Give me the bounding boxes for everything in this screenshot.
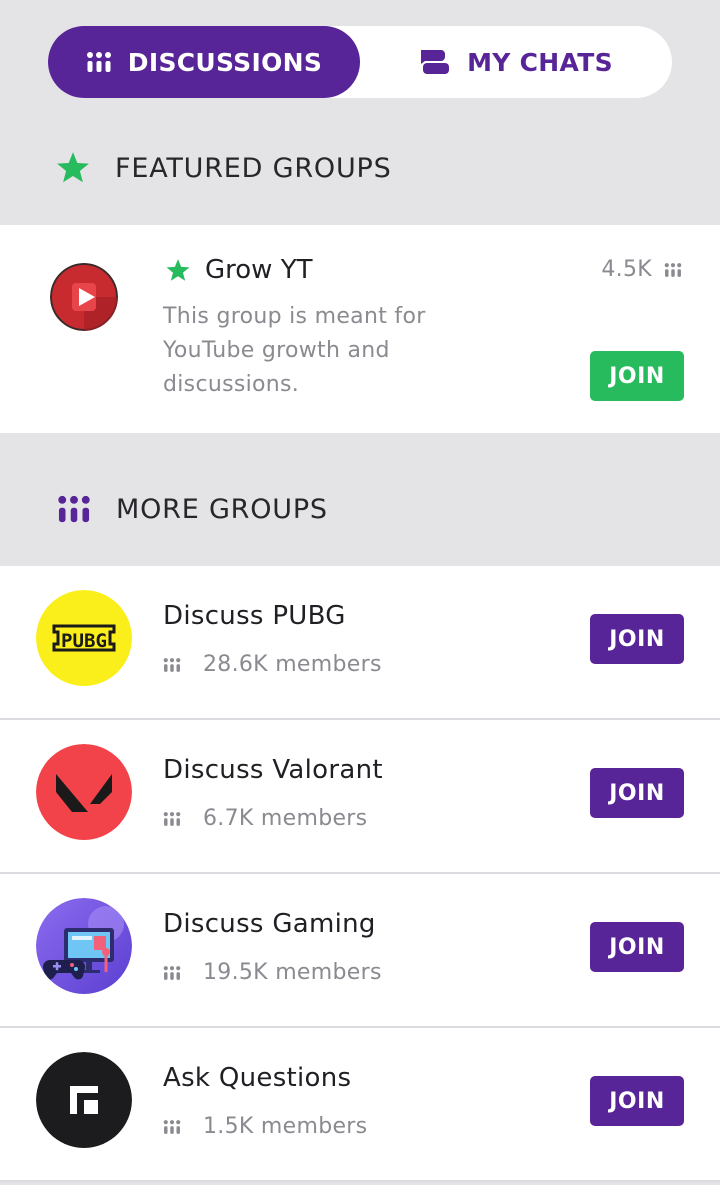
list-item[interactable]: PUBG Discuss PUBG 28.6K members JOIN	[0, 566, 720, 720]
member-count-text: 1.5K members	[203, 1114, 368, 1139]
tab-bar: DISCUSSIONS MY CHATS	[48, 26, 672, 98]
join-button[interactable]: JOIN	[590, 614, 684, 664]
featured-group-title: Grow YT	[165, 255, 312, 285]
member-count-text: 19.5K members	[203, 960, 382, 985]
members-icon	[163, 1119, 183, 1135]
featured-group-card[interactable]: Grow YT This group is meant for YouTube …	[0, 225, 720, 433]
group-dots-icon	[86, 51, 112, 73]
join-featured-button[interactable]: JOIN	[590, 351, 684, 401]
members-icon	[664, 262, 682, 278]
member-count-text: 6.7K members	[203, 806, 368, 831]
group-name: Ask Questions	[163, 1063, 352, 1093]
star-icon	[55, 150, 91, 186]
tab-discussions-label: DISCUSSIONS	[127, 47, 323, 77]
members-icon	[163, 657, 183, 673]
valorant-logo	[36, 744, 132, 840]
tab-discussions[interactable]: DISCUSSIONS	[48, 26, 360, 98]
more-groups-heading: MORE GROUPS	[0, 474, 720, 544]
member-count-text: 28.6K members	[203, 652, 382, 677]
featured-groups-title: FEATURED GROUPS	[115, 152, 392, 184]
group-name: Discuss PUBG	[163, 601, 346, 631]
list-item[interactable]: Discuss Valorant 6.7K members JOIN	[0, 720, 720, 874]
svg-text:PUBG: PUBG	[61, 630, 107, 652]
member-count: 19.5K members	[163, 960, 382, 985]
members-icon	[163, 965, 183, 981]
join-button[interactable]: JOIN	[590, 922, 684, 972]
list-item[interactable]: Discuss Gaming 19.5K members JOIN	[0, 874, 720, 1028]
featured-groups-heading: FEATURED GROUPS	[0, 128, 720, 208]
join-button[interactable]: JOIN	[590, 1076, 684, 1126]
join-button[interactable]: JOIN	[590, 768, 684, 818]
tab-my-chats[interactable]: MY CHATS	[360, 26, 672, 98]
group-name: Discuss Gaming	[163, 909, 376, 939]
youtube-play-icon	[50, 263, 118, 331]
chat-bubbles-icon	[419, 48, 451, 76]
list-item[interactable]: Ask Questions 1.5K members JOIN	[0, 1028, 720, 1182]
square-logo	[36, 1052, 132, 1148]
group-dots-icon	[56, 494, 92, 524]
members-icon	[163, 811, 183, 827]
gaming-illustration	[36, 898, 132, 994]
pubg-logo: PUBG	[36, 590, 132, 686]
more-groups-title: MORE GROUPS	[116, 493, 328, 525]
member-count: 28.6K members	[163, 652, 382, 677]
star-icon	[165, 258, 191, 283]
featured-group-description: This group is meant for YouTube growth a…	[163, 304, 426, 397]
member-count: 6.7K members	[163, 806, 367, 831]
member-count: 1.5K members	[163, 1114, 367, 1139]
group-name: Discuss Valorant	[163, 755, 383, 785]
featured-group-count: 4.5K	[601, 257, 682, 282]
group-list: PUBG Discuss PUBG 28.6K members JOIN Dis…	[0, 566, 720, 1182]
featured-group-name: Grow YT	[205, 255, 313, 285]
tab-my-chats-label: MY CHATS	[467, 47, 613, 77]
featured-group-count-value: 4.5K	[601, 257, 652, 282]
